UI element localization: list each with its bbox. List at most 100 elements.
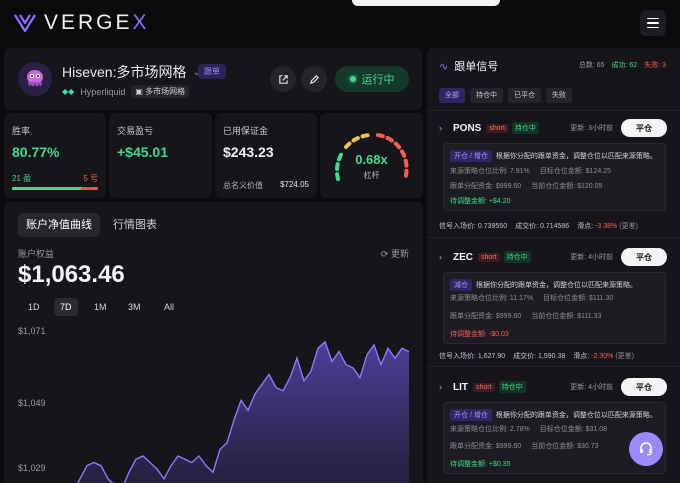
close-position-button[interactable]: 平仓 xyxy=(621,248,667,266)
chevron-right-icon: › xyxy=(439,252,442,262)
strategy-name[interactable]: Hiseven:多市场网格 ⌄ xyxy=(62,62,201,82)
signal-fill-info: 信号入场价: 0.739550 成交价: 0.714586 滑点: -3.38% … xyxy=(439,223,638,230)
customer-support-button[interactable] xyxy=(629,432,663,466)
pending-adjust: 待调整金额: +$4.20 xyxy=(450,198,511,205)
strategy-avatar xyxy=(18,62,52,96)
divider xyxy=(427,237,680,238)
signal-filters: 全部 持仓中 已平仓 失败 xyxy=(439,88,572,103)
source-ratio: 来源策略仓位比例: 11.17% xyxy=(450,295,534,302)
status-tag: 持仓中 xyxy=(511,122,539,134)
refresh-button[interactable]: ⟳ 更新 xyxy=(381,247,409,260)
divider xyxy=(427,110,680,111)
target-amount: 目标仓位金额: $31.08 xyxy=(539,426,608,433)
pending-adjust: 待调整金额: +$0.35 xyxy=(450,461,511,468)
filter-closed[interactable]: 已平仓 xyxy=(508,88,541,103)
target-amount: 目标仓位金额: $124.25 xyxy=(539,168,611,175)
win-loss-bar xyxy=(12,187,98,190)
status-tag: 持仓中 xyxy=(503,251,531,263)
status-tag: 持仓中 xyxy=(498,381,526,393)
range-7d[interactable]: 7D xyxy=(54,298,78,316)
close-position-button[interactable]: 平仓 xyxy=(621,378,667,396)
current-amount: 当前仓位金额: $120.05 xyxy=(531,183,603,190)
leverage-card: 0.68x 杠杆 xyxy=(320,113,423,198)
app-header: VERGEX xyxy=(0,0,680,44)
winrate-label: 胜率 xyxy=(12,126,31,136)
signal-symbol: ZEC xyxy=(453,251,473,263)
strategy-type-tag: ▣ 多市场网格 xyxy=(131,85,190,98)
margin-card: 已用保证金 $243.23 总名义价值 $724.05 xyxy=(215,113,317,198)
chevron-right-icon: › xyxy=(439,123,442,133)
allocated-funds: 跟单分配资金: $999.60 xyxy=(450,183,522,190)
current-amount: 当前仓位金额: $30.73 xyxy=(531,443,599,450)
side-tag: short xyxy=(486,123,508,133)
edit-button[interactable] xyxy=(301,66,327,92)
wins-count: 21 盈 xyxy=(12,174,32,183)
close-position-button[interactable]: 平仓 xyxy=(621,119,667,137)
allocated-funds: 跟单分配资金: $999.60 xyxy=(450,443,522,450)
filter-failed[interactable]: 失败 xyxy=(546,88,572,103)
signal-detail-zec: 减仓 根据你分配的跟单资金，调整仓位以匹配来源策略。 来源策略仓位比例: 11.1… xyxy=(443,272,666,344)
action-tag: 开仓 / 增仓 xyxy=(450,150,492,162)
hyperliquid-icon: ◆◆ xyxy=(62,87,75,96)
tab-equity-curve[interactable]: 账户净值曲线 xyxy=(18,213,100,237)
range-1d[interactable]: 1D xyxy=(22,298,46,316)
update-time: 更新: 4小时前 xyxy=(570,384,613,391)
filter-all[interactable]: 全部 xyxy=(439,88,465,103)
status-dot-icon xyxy=(349,76,356,82)
source-ratio: 来源策略仓位比例: 2.78% xyxy=(450,426,530,433)
notional-label: 总名义价值 xyxy=(223,181,263,190)
signal-header-zec[interactable]: › ZEC short 持仓中 更新: 4小时前 平仓 xyxy=(439,248,667,266)
equity-panel: 账户净值曲线 行情图表 账户权益 ⟳ 更新 $1,063.46 1D 7D 1M… xyxy=(4,202,423,483)
filter-holding[interactable]: 持仓中 xyxy=(470,88,503,103)
margin-value: $243.23 xyxy=(223,144,274,160)
signal-header-lit[interactable]: › LIT short 持仓中 更新: 4小时前 平仓 xyxy=(439,378,667,396)
signal-detail-pons: 开仓 / 增仓 根据你分配的跟单资金，调整仓位以匹配来源策略。 来源策略仓位比例:… xyxy=(443,143,666,211)
winrate-card: 胜率 80.77% 21 盈 5 亏 xyxy=(4,113,106,198)
signal-symbol: LIT xyxy=(453,381,468,393)
brand-logo[interactable]: VERGEX xyxy=(14,11,150,35)
signal-symbol: PONS xyxy=(453,122,482,134)
pnl-card: 交易盈亏 +$45.01 xyxy=(109,113,212,198)
divider xyxy=(427,366,680,367)
range-all[interactable]: All xyxy=(158,298,180,316)
action-text: 根据你分配的跟单资金，调整仓位以匹配来源策略。 xyxy=(476,282,637,289)
external-link-icon xyxy=(278,74,288,84)
share-button[interactable] xyxy=(270,66,296,92)
side-tag: short xyxy=(478,252,500,262)
range-3m[interactable]: 3M xyxy=(122,298,147,316)
vergex-logo-icon xyxy=(14,14,36,32)
headset-icon xyxy=(640,442,652,456)
signals-panel: ∿ 跟单信号 总数: 65 成功: 62 失败: 3 全部 持仓中 已平仓 失败… xyxy=(427,48,680,483)
tab-market-chart[interactable]: 行情图表 xyxy=(105,213,165,237)
exchange-name: Hyperliquid xyxy=(80,86,126,97)
leverage-value: 0.68x xyxy=(355,152,388,167)
chevron-right-icon: › xyxy=(439,382,442,392)
losses-count: 5 亏 xyxy=(83,174,98,183)
account-balance: $1,063.46 xyxy=(18,261,125,288)
winrate-value: 80.77% xyxy=(12,144,60,160)
pnl-label: 交易盈亏 xyxy=(117,126,154,136)
brand-name: VERGEX xyxy=(44,11,150,34)
pending-adjust: 待调整金额: -$0.03 xyxy=(450,331,509,338)
success-count: 成功: 62 xyxy=(611,62,638,69)
total-count: 总数: 65 xyxy=(578,62,605,69)
action-tag: 开仓 / 增仓 xyxy=(450,409,492,421)
update-time: 更新: 4小时前 xyxy=(570,254,613,261)
side-tag: short xyxy=(473,382,495,392)
account-equity-label: 账户权益 xyxy=(18,249,55,259)
update-time: 更新: 3小时前 xyxy=(570,125,613,132)
target-amount: 目标仓位金额: $111.30 xyxy=(543,295,614,302)
signal-header-pons[interactable]: › PONS short 持仓中 更新: 3小时前 平仓 xyxy=(439,119,667,137)
equity-area xyxy=(77,341,409,483)
leverage-label: 杠杆 xyxy=(363,171,380,180)
follow-badge: 跟单 xyxy=(198,64,226,79)
strategy-meta: ◆◆ Hyperliquid ▣ 多市场网格 xyxy=(62,85,190,98)
refresh-icon: ⟳ xyxy=(380,249,389,259)
source-ratio: 来源策略仓位比例: 7.91% xyxy=(450,168,530,175)
hamburger-menu-icon[interactable] xyxy=(640,10,666,36)
signals-title: ∿ 跟单信号 xyxy=(439,60,499,74)
range-1m[interactable]: 1M xyxy=(88,298,113,316)
running-status-button[interactable]: 运行中 xyxy=(335,66,409,92)
allocated-funds: 跟单分配资金: $999.60 xyxy=(450,313,522,320)
signal-counts: 总数: 65 成功: 62 失败: 3 xyxy=(579,60,666,70)
